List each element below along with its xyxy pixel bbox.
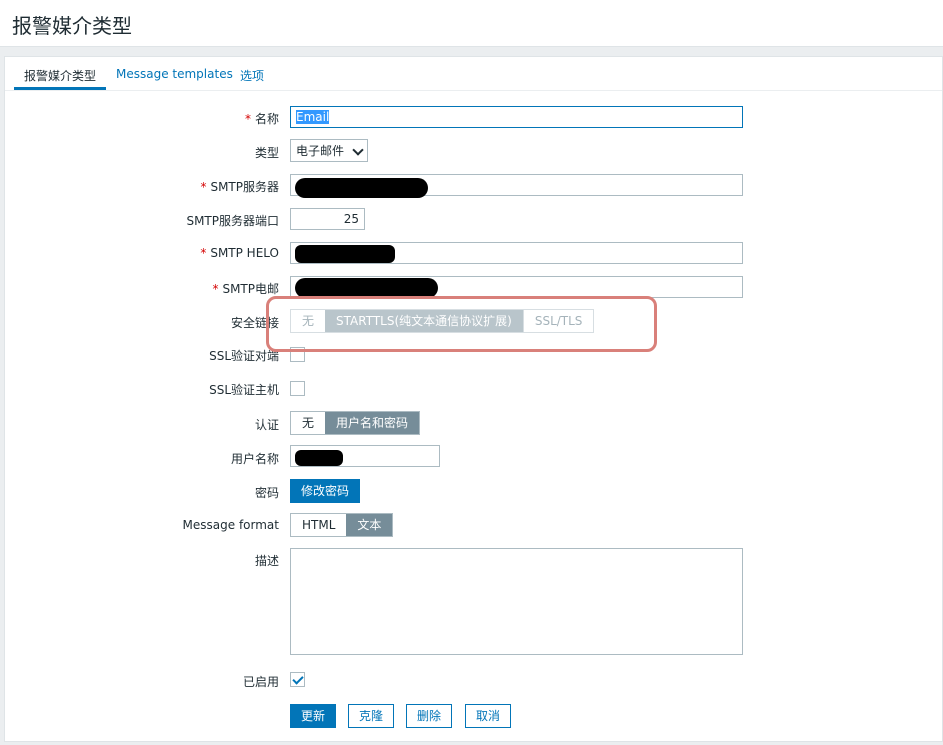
update-button[interactable]: 更新 [290, 704, 337, 728]
username-label: 用户名称 [230, 452, 279, 466]
form-card: 报警媒介类型 Message templates 选项 * 名称 Email 类型… [4, 56, 943, 742]
ssl-verify-host-checkbox[interactable] [290, 381, 305, 396]
auth-option-none[interactable]: 无 [291, 412, 326, 434]
ssl-verify-peer-checkbox[interactable] [290, 347, 305, 362]
smtp-email-label: * SMTP电邮 [212, 282, 279, 296]
redaction-mark [295, 178, 428, 198]
password-label: 密码 [254, 486, 279, 500]
auth-label: 认证 [254, 418, 279, 432]
description-label: 描述 [254, 554, 279, 568]
enabled-label: 已启用 [242, 675, 279, 689]
format-option-text[interactable]: 文本 [346, 514, 393, 536]
type-select[interactable]: 电子邮件 [290, 139, 368, 162]
ssl-verify-peer-label: SSL验证对端 [209, 349, 279, 363]
auth-segmented: 无 用户名和密码 [290, 411, 421, 435]
redaction-mark [295, 245, 395, 263]
page-header: 报警媒介类型 [0, 0, 943, 47]
smtp-helo-label: * SMTP HELO [200, 246, 279, 260]
message-format-label: Message format [182, 518, 279, 532]
smtp-port-label: SMTP服务器端口 [186, 214, 279, 228]
redaction-mark [295, 450, 343, 466]
name-value: Email [296, 110, 330, 124]
type-select-value: 电子邮件 [296, 144, 345, 158]
message-format-segmented: HTML 文本 [290, 513, 394, 537]
tab-options[interactable]: 选项 [240, 67, 264, 84]
security-segmented: 无 STARTTLS(纯文本通信协议扩展) SSL/TLS [290, 309, 595, 333]
active-tab-indicator [14, 87, 106, 90]
smtp-server-label: * SMTP服务器 [200, 180, 279, 194]
security-option-ssl-tls[interactable]: SSL/TLS [522, 310, 594, 332]
ssl-verify-host-label: SSL验证主机 [209, 383, 279, 397]
auth-option-username-password[interactable]: 用户名和密码 [325, 412, 420, 434]
security-option-starttls[interactable]: STARTTLS(纯文本通信协议扩展) [325, 310, 523, 332]
tab-message-templates[interactable]: Message templates [116, 67, 233, 81]
tab-media-type[interactable]: 报警媒介类型 [24, 67, 96, 84]
page-title: 报警媒介类型 [12, 14, 132, 38]
type-label: 类型 [254, 146, 279, 160]
cancel-button[interactable]: 取消 [465, 704, 512, 728]
chevron-down-icon [352, 144, 364, 156]
security-option-none[interactable]: 无 [291, 310, 326, 332]
tab-bar: 报警媒介类型 Message templates 选项 [5, 57, 942, 91]
delete-button[interactable]: 删除 [406, 704, 453, 728]
security-label: 安全链接 [230, 316, 279, 330]
smtp-port-input[interactable]: 25 [290, 208, 365, 230]
clone-button[interactable]: 克隆 [348, 704, 395, 728]
enabled-checkbox[interactable] [290, 672, 305, 687]
name-label: * 名称 [244, 112, 279, 126]
change-password-button[interactable]: 修改密码 [290, 479, 361, 503]
format-option-html[interactable]: HTML [291, 514, 347, 536]
name-input[interactable]: Email [290, 106, 743, 128]
redaction-mark [295, 278, 438, 298]
description-textarea[interactable] [290, 548, 743, 655]
